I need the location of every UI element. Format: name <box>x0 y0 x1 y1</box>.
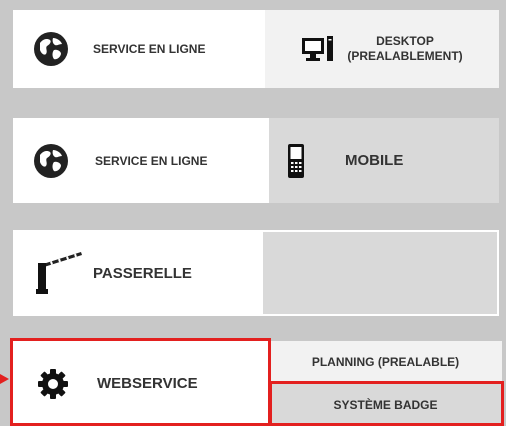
desktop-computer-icon <box>301 35 335 63</box>
mobile-panel: MOBILE <box>269 118 499 203</box>
desktop-panel: DESKTOP (PREALABLEMENT) <box>265 10 499 88</box>
desktop-label-line1: DESKTOP <box>376 34 434 48</box>
mobile-label: MOBILE <box>345 152 404 169</box>
arrow-icon <box>0 374 9 384</box>
passerelle-label: PASSERELLE <box>93 264 192 282</box>
desktop-label-line2: (PREALABLEMENT) <box>347 49 463 63</box>
barrier-gate-icon <box>35 250 83 296</box>
planning-label: PLANNING (PREALABLE) <box>311 355 460 369</box>
service-en-ligne-label-2: SERVICE EN LIGNE <box>95 153 208 168</box>
service-en-ligne-label: SERVICE EN LIGNE <box>93 42 206 56</box>
systeme-badge-highlight <box>269 381 504 426</box>
planning-panel: PLANNING (PREALABLE) <box>269 341 502 383</box>
desktop-label: DESKTOP (PREALABLEMENT) <box>347 34 462 64</box>
globe-icon <box>33 143 69 179</box>
mobile-phone-icon <box>287 143 305 179</box>
globe-icon <box>33 31 69 67</box>
service-en-ligne-panel-2: SERVICE EN LIGNE <box>13 118 269 203</box>
service-en-ligne-panel: SERVICE EN LIGNE <box>13 10 265 88</box>
passerelle-empty-panel <box>263 232 497 314</box>
webservice-highlight <box>10 338 271 426</box>
